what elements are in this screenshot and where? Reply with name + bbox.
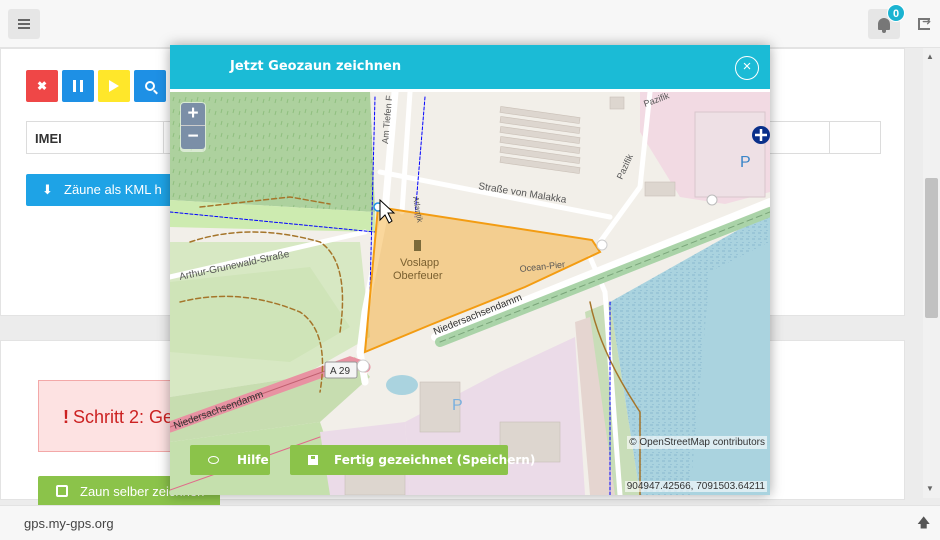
- exclamation-icon: !: [63, 407, 69, 427]
- map-attribution[interactable]: © OpenStreetMap contributors: [627, 436, 767, 449]
- map-label-poi-name-1: Voslapp: [400, 257, 439, 269]
- step-alert-text: Schritt 2: Ge: [73, 407, 174, 427]
- play-icon: [109, 80, 119, 92]
- edit-icon: [56, 485, 68, 497]
- roundabout: [596, 239, 608, 251]
- help-label: Hilfe: [237, 453, 269, 467]
- help-button[interactable]: Hilfe: [190, 445, 270, 475]
- page-footer: gps.my-gps.org 🡅: [0, 505, 940, 540]
- comment-icon: [208, 456, 219, 464]
- download-icon: [42, 174, 54, 206]
- top-header: 0: [0, 0, 940, 48]
- footer-site-name: gps.my-gps.org: [24, 516, 114, 531]
- scroll-to-top-icon[interactable]: 🡅: [917, 514, 930, 536]
- modal-header: Jetzt Geozaun zeichnen ×: [170, 45, 770, 89]
- logout-button[interactable]: [908, 9, 940, 39]
- map-label-route: A 29: [330, 366, 350, 377]
- map-label-poi-name-2: Oberfeuer: [393, 270, 443, 282]
- pause-icon: [73, 80, 83, 92]
- roundabout: [356, 359, 370, 373]
- close-icon[interactable]: ×: [735, 56, 759, 80]
- parking-area: [694, 111, 766, 198]
- save-geofence-button[interactable]: Fertig gezeichnet (Speichern): [290, 445, 535, 475]
- geofence-modal: Jetzt Geozaun zeichnen × Voslapp Oberfeu…: [170, 45, 770, 495]
- notification-badge: 0: [887, 4, 905, 22]
- zoom-in-button[interactable]: +: [181, 103, 205, 126]
- floppy-icon: [308, 455, 318, 465]
- step-alert: ! Schritt 2: Ge: [38, 380, 188, 452]
- stop-button[interactable]: ✖: [26, 70, 58, 102]
- map-label-parking-1: P: [740, 154, 751, 171]
- scroll-up-arrow-icon[interactable]: ▲: [926, 52, 934, 61]
- export-kml-button[interactable]: Zäune als KML h: [26, 174, 176, 206]
- map-tiles: Voslapp Oberfeuer Straße von Malakka Art…: [170, 92, 770, 495]
- zoom-out-button[interactable]: −: [181, 126, 205, 149]
- zoom-control: + −: [180, 102, 206, 152]
- pause-button[interactable]: [62, 70, 94, 102]
- bell-icon: [878, 18, 890, 33]
- column-header-imei[interactable]: IMEI: [35, 131, 62, 146]
- column-divider: [829, 122, 830, 153]
- map-canvas[interactable]: Voslapp Oberfeuer Straße von Malakka Art…: [170, 92, 770, 495]
- close-icon: ✖: [36, 79, 48, 93]
- roundabout: [706, 194, 718, 206]
- hamburger-icon: [18, 19, 30, 29]
- scroll-down-arrow-icon[interactable]: ▼: [926, 484, 934, 493]
- export-kml-label: Zäune als KML h: [64, 182, 162, 197]
- modal-title: Jetzt Geozaun zeichnen: [230, 59, 402, 74]
- search-button[interactable]: [134, 70, 166, 102]
- scroll-thumb[interactable]: [925, 178, 938, 318]
- menu-button[interactable]: [8, 9, 40, 39]
- pond: [386, 375, 418, 395]
- mouse-position: 904947.42566, 7091503.64211: [624, 481, 767, 492]
- sign-out-icon: [918, 15, 931, 30]
- column-divider: [163, 122, 164, 153]
- lighthouse-icon: [414, 240, 421, 251]
- save-label: Fertig gezeichnet (Speichern): [334, 453, 536, 467]
- play-button[interactable]: [98, 70, 130, 102]
- search-icon: [145, 81, 155, 91]
- map-label-parking-2: P: [452, 397, 463, 414]
